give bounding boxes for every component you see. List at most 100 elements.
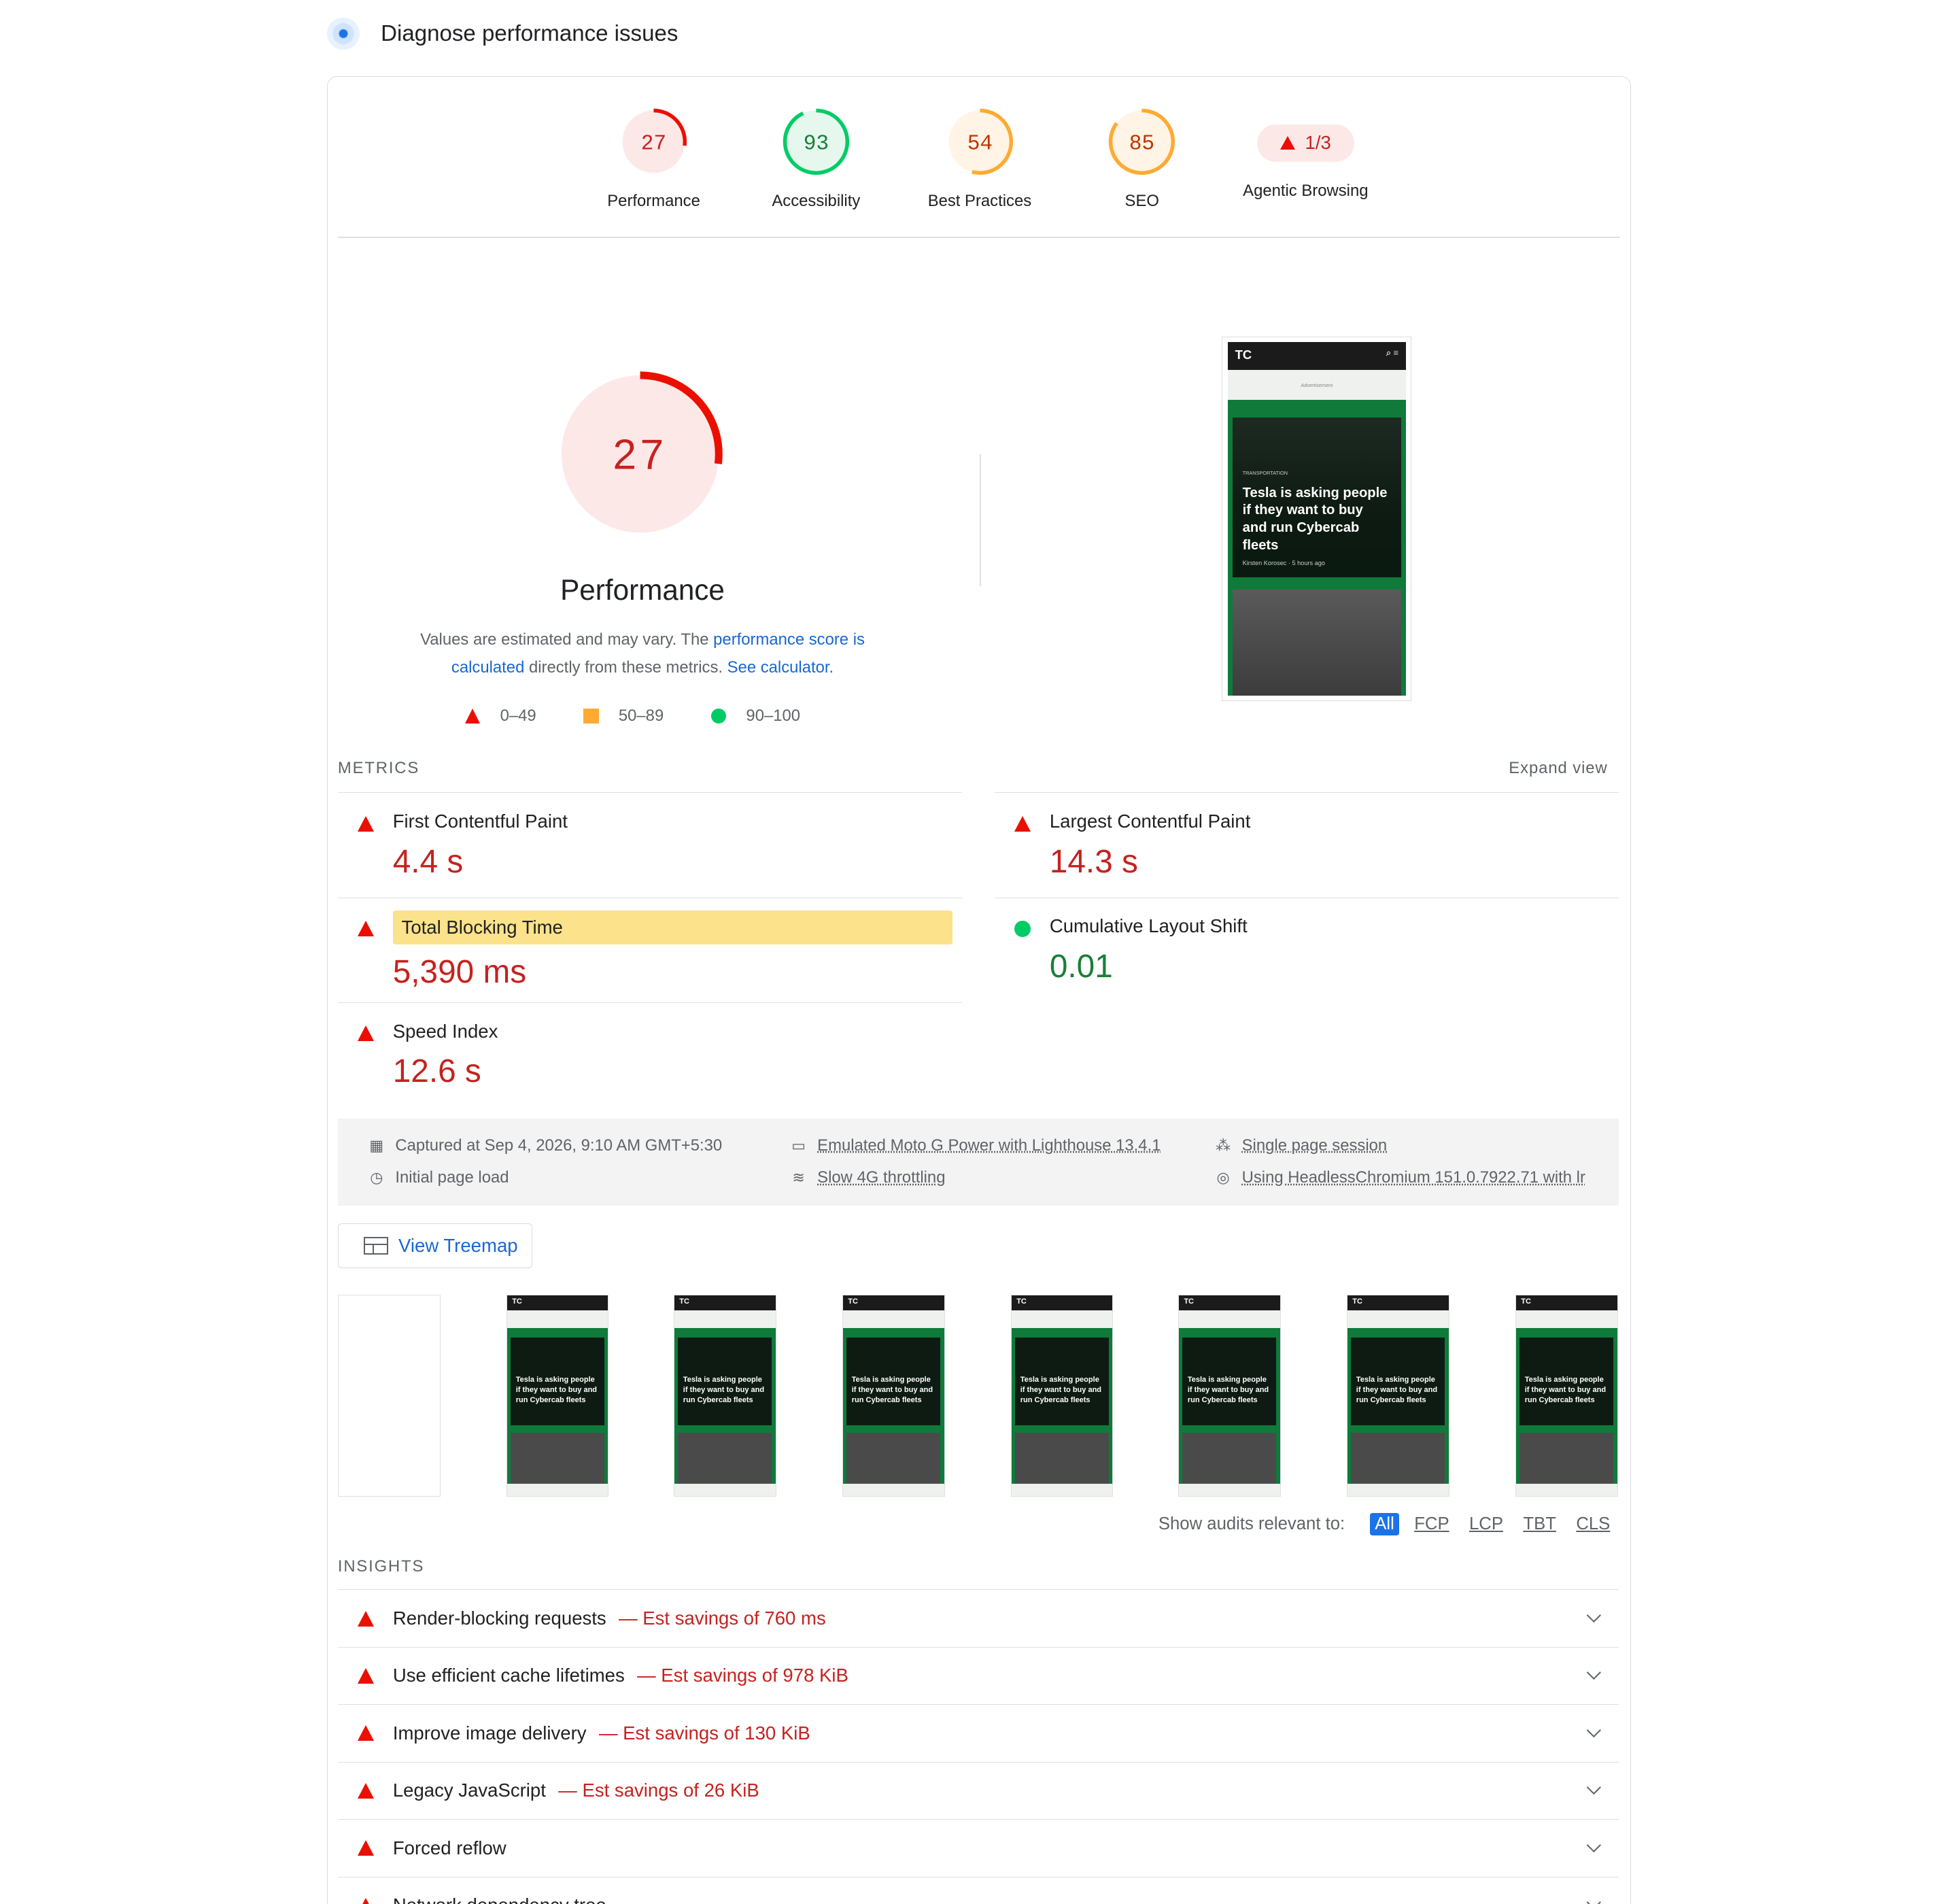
insight-legacy-javascript[interactable]: Legacy JavaScript — Est savings of 26 Ki…	[337, 1761, 1619, 1819]
metric-name: First Contentful Paint	[392, 811, 568, 832]
frame-hero-section: Tesla is asking people if they want to b…	[1347, 1327, 1449, 1485]
filmstrip-frame: TC Tesla is asking people if they want to…	[1178, 1294, 1281, 1497]
insight-render-blocking[interactable]: Render-blocking requests — Est savings o…	[337, 1589, 1619, 1646]
desc-text: directly from these metrics.	[524, 658, 727, 677]
final-screenshot[interactable]: TC ⌕ ≡ Advertisement TRANSPORTATION Tesl…	[1222, 337, 1412, 702]
frame-footer	[1178, 1483, 1280, 1497]
insight-title: Forced reflow	[392, 1837, 506, 1858]
insight-title: Network dependency tree	[393, 1894, 606, 1904]
initial-load: ◷ Initial page load	[368, 1168, 509, 1187]
insight-image-delivery[interactable]: Improve image delivery — Est savings of …	[337, 1704, 1619, 1761]
insight-forced-reflow[interactable]: Forced reflow	[337, 1819, 1619, 1876]
gauge-best-practices[interactable]: 54 Best Practices	[899, 107, 1061, 211]
filter-chip-fcp[interactable]: FCP	[1409, 1513, 1454, 1535]
gauge-score: 85	[1129, 133, 1154, 156]
metric-name: Total Blocking Time	[392, 911, 952, 945]
metric-value: 5,390 ms	[392, 953, 527, 990]
filter-chip-cls[interactable]: CLS	[1571, 1513, 1615, 1535]
session-icon: ⁂	[1216, 1136, 1231, 1154]
performance-gauge-ring: 27	[557, 371, 723, 537]
screenshot-hero-section: TRANSPORTATION Tesla is asking people if…	[1227, 399, 1407, 696]
metric-tbt: Total Blocking Time 5,390 ms	[337, 897, 963, 1002]
filmstrip-frame: TC Tesla is asking people if they want to…	[1010, 1294, 1114, 1497]
gauge-label: SEO	[1124, 191, 1159, 210]
performance-title: Performance	[560, 574, 725, 607]
legend-average: 50–89	[583, 707, 664, 726]
treemap-label: View Treemap	[398, 1235, 518, 1257]
metric-lcp: Largest Contentful Paint 14.3 s	[995, 792, 1619, 897]
metric-name: Largest Contentful Paint	[1049, 811, 1251, 832]
chevron-down-icon	[1587, 1895, 1602, 1904]
filter-chip-tbt[interactable]: TBT	[1518, 1513, 1561, 1535]
timer-icon: ◷	[370, 1169, 383, 1187]
gauge-accessibility[interactable]: 93 Accessibility	[735, 107, 897, 211]
legend-pass: 90–100	[711, 707, 800, 726]
metric-value: 14.3 s	[1049, 843, 1138, 880]
browser-text: Using HeadlessChromium 151.0.7922.71 wit…	[1241, 1168, 1585, 1187]
filter-chip-all[interactable]: All	[1369, 1513, 1400, 1535]
category-gauges: 27 Performance 93 Accessibility 54 Best …	[328, 77, 1630, 239]
chevron-down-icon	[1587, 1608, 1602, 1622]
frame-headline: Tesla is asking people if they want to b…	[678, 1338, 772, 1425]
gauge-agentic-browsing[interactable]: 1/3 Agentic Browsing	[1224, 107, 1387, 201]
frame-ad	[1515, 1310, 1617, 1328]
frame-headline: Tesla is asking people if they want to b…	[1182, 1338, 1277, 1425]
fail-triangle-icon	[358, 921, 375, 936]
insight-savings: — Est savings of 760 ms	[619, 1608, 826, 1629]
captured-at: ▦ Captured at Sep 4, 2026, 9:10 AM GMT+5…	[368, 1136, 722, 1155]
screenshot-page: TC ⌕ ≡ Advertisement TRANSPORTATION Tesl…	[1227, 342, 1407, 696]
insight-cache-lifetimes[interactable]: Use efficient cache lifetimes — Est savi…	[337, 1646, 1619, 1704]
gauge-seo[interactable]: 85 SEO	[1061, 107, 1223, 211]
tc-logo: TC	[1235, 347, 1252, 362]
view-treemap-button[interactable]: View Treemap	[337, 1223, 533, 1269]
hero-byline: Kirsten Korosec · 5 hours ago	[1242, 559, 1325, 566]
metric-value: 0.01	[1049, 949, 1113, 985]
frame-topbar: TC	[842, 1295, 944, 1310]
frame-photo	[511, 1432, 604, 1485]
insight-title: Use efficient cache lifetimes	[392, 1665, 625, 1686]
performance-score: 27	[613, 431, 667, 479]
frame-hero-section: Tesla is asking people if they want to b…	[842, 1327, 944, 1485]
gauge-label: Performance	[607, 191, 700, 210]
frame-headline: Tesla is asking people if they want to b…	[1015, 1338, 1109, 1425]
filter-label: Show audits relevant to:	[1158, 1514, 1345, 1534]
frame-hero-section: Tesla is asking people if they want to b…	[506, 1327, 608, 1485]
gauge-label: Best Practices	[927, 191, 1032, 210]
metric-speed-index: Speed Index 12.6 s	[337, 1002, 963, 1107]
gauge-score: 27	[641, 133, 666, 156]
expand-view-toggle[interactable]: Expand view	[1509, 759, 1607, 778]
filter-chip-lcp[interactable]: LCP	[1464, 1513, 1509, 1535]
chevron-down-icon	[1587, 1722, 1602, 1737]
frame-headline: Tesla is asking people if they want to b…	[846, 1338, 941, 1425]
fail-triangle-icon	[358, 1611, 375, 1627]
pass-circle-icon	[711, 708, 727, 724]
search-menu-icons: ⌕ ≡	[1386, 347, 1399, 358]
fail-triangle-icon	[358, 1025, 375, 1042]
frame-topbar: TC	[1347, 1295, 1449, 1310]
frame-ad	[1011, 1310, 1113, 1328]
metric-value: 12.6 s	[392, 1053, 481, 1090]
calendar-icon: ▦	[369, 1136, 384, 1154]
frame-footer	[1011, 1483, 1113, 1497]
chevron-down-icon	[1587, 1780, 1602, 1795]
gauge-performance[interactable]: 27 Performance	[572, 107, 735, 211]
fail-triangle-icon	[358, 1840, 375, 1856]
gauge-ring: 85	[1109, 108, 1175, 175]
legend-label: 90–100	[746, 706, 801, 725]
device-emulation[interactable]: ▭ Emulated Moto G Power with Lighthouse …	[790, 1136, 1161, 1155]
see-calculator-link[interactable]: See calculator.	[727, 658, 834, 677]
insight-network-dependency-tree[interactable]: Network dependency tree	[337, 1876, 1619, 1904]
gauge-ring: 27	[620, 108, 687, 175]
runtime-settings: ▦ Captured at Sep 4, 2026, 9:10 AM GMT+5…	[337, 1118, 1619, 1206]
network-throttling[interactable]: ≋ Slow 4G throttling	[790, 1168, 945, 1187]
frame-topbar: TC	[674, 1295, 776, 1310]
filmstrip: TC Tesla is asking people if they want to…	[337, 1294, 1619, 1497]
session-type[interactable]: ⁂ Single page session	[1214, 1136, 1387, 1155]
filmstrip-frame	[337, 1294, 441, 1497]
browser-version[interactable]: ◎ Using HeadlessChromium 151.0.7922.71 w…	[1214, 1168, 1585, 1187]
metric-cls: Cumulative Layout Shift 0.01	[995, 897, 1619, 1002]
page-header: Diagnose performance issues	[327, 17, 678, 50]
frame-footer	[842, 1483, 944, 1497]
frame-hero-section: Tesla is asking people if they want to b…	[1178, 1327, 1280, 1485]
agentic-score-pill: 1/3	[1256, 124, 1354, 162]
